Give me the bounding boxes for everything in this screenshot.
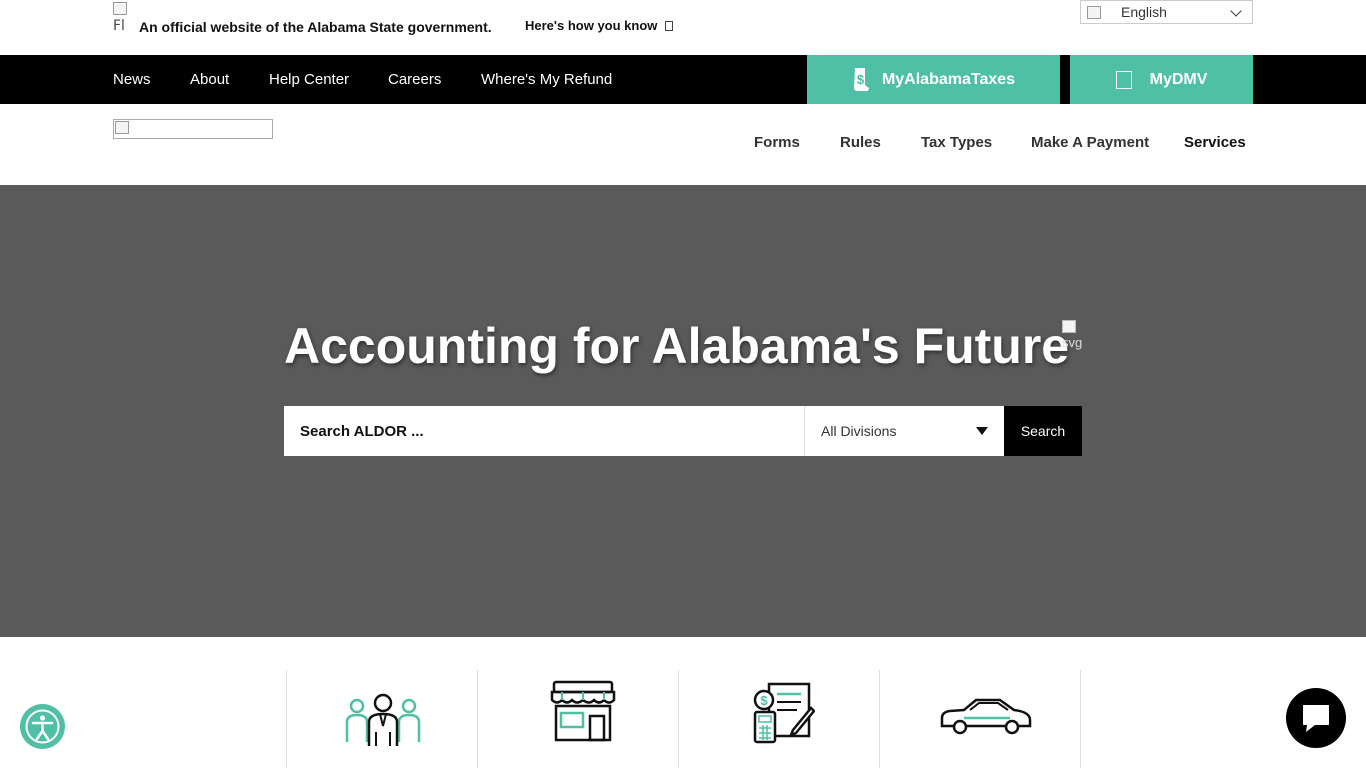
how-you-know-toggle[interactable]: Here's how you know — [525, 18, 674, 33]
tile-tax-professionals[interactable]: $ — [678, 670, 879, 768]
official-site-text: An official website of the Alabama State… — [139, 19, 492, 35]
category-tiles: $ — [286, 670, 1082, 768]
tile-businesses[interactable] — [477, 670, 678, 768]
chat-button[interactable] — [1286, 688, 1346, 748]
hero-section: Accounting for Alabama's Future svg Sear… — [0, 185, 1366, 637]
mydmv-button[interactable]: MyDMV — [1070, 55, 1253, 104]
svg-text:$: $ — [760, 693, 768, 708]
nav-make-a-payment[interactable]: Make A Payment — [1031, 134, 1149, 151]
people-icon — [345, 693, 421, 746]
alabama-dollar-icon: $ — [853, 67, 869, 91]
dmv-icon — [1115, 70, 1132, 89]
official-banner: Fl An official website of the Alabama St… — [0, 0, 1366, 55]
chat-icon — [1303, 705, 1329, 732]
hero-image: svg — [1062, 320, 1082, 392]
flag-image: Fl — [113, 2, 131, 40]
nav-careers[interactable]: Careers — [388, 71, 441, 88]
hero-image-alt: svg — [1062, 335, 1082, 350]
language-label: English — [1121, 4, 1167, 20]
mydmv-label: MyDMV — [1149, 70, 1208, 88]
nav-rules[interactable]: Rules — [840, 134, 881, 151]
division-select[interactable]: All Divisions — [804, 406, 1004, 456]
chevron-down-icon — [1230, 5, 1242, 17]
my-alabama-taxes-label: MyAlabamaTaxes — [881, 70, 1016, 88]
hero-title: Accounting for Alabama's Future — [284, 318, 1070, 374]
nav-wheres-my-refund[interactable]: Where's My Refund — [481, 71, 612, 88]
storefront-icon — [550, 680, 616, 742]
language-selector[interactable]: English — [1080, 0, 1253, 24]
car-icon — [940, 698, 1032, 735]
tile-individuals[interactable] — [286, 670, 477, 768]
nav-help-center[interactable]: Help Center — [269, 71, 349, 88]
nav-about[interactable]: About — [190, 71, 229, 88]
svg-text:$: $ — [857, 72, 865, 87]
expand-icon — [665, 20, 674, 31]
tile-vehicles[interactable] — [879, 670, 1080, 768]
flag-alt-text: Fl — [113, 18, 125, 34]
accessibility-icon — [25, 709, 60, 744]
how-you-know-label: Here's how you know — [525, 18, 658, 33]
division-select-value: All Divisions — [821, 423, 897, 439]
nav-news[interactable]: News — [113, 71, 151, 88]
nav-tax-types[interactable]: Tax Types — [921, 134, 992, 151]
my-alabama-taxes-button[interactable]: $ MyAlabamaTaxes — [807, 55, 1060, 104]
tiles-divider — [1080, 670, 1081, 768]
search-input[interactable]: Search ALDOR ... — [284, 406, 804, 456]
accessibility-button[interactable] — [20, 704, 65, 749]
language-flag-icon — [1087, 5, 1101, 19]
nav-forms[interactable]: Forms — [754, 134, 800, 151]
tax-document-icon: $ — [753, 682, 815, 744]
caret-down-icon — [976, 427, 988, 435]
aldor-logo[interactable] — [113, 119, 273, 139]
nav-services[interactable]: Services — [1184, 134, 1246, 151]
search-button[interactable]: Search — [1004, 406, 1082, 456]
